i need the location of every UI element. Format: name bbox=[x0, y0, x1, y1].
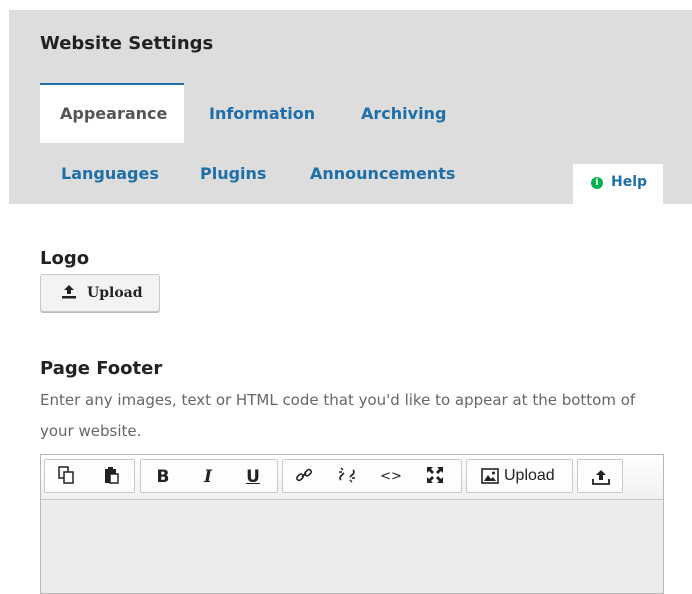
file-upload-button[interactable] bbox=[577, 459, 623, 493]
fullscreen-icon[interactable] bbox=[420, 466, 450, 488]
unlink-icon[interactable] bbox=[332, 466, 362, 488]
image-upload-button[interactable]: Upload bbox=[466, 459, 573, 493]
image-icon bbox=[481, 468, 499, 488]
upload-label: Upload bbox=[87, 285, 143, 301]
upload-icon bbox=[592, 469, 610, 489]
tab-label: Appearance bbox=[60, 104, 168, 123]
underline-button[interactable]: U bbox=[238, 466, 268, 488]
clipboard-group bbox=[44, 459, 135, 493]
page-footer-description: Enter any images, text or HTML code that… bbox=[40, 391, 636, 440]
upload-icon bbox=[62, 284, 76, 304]
link-icon[interactable] bbox=[289, 466, 319, 488]
editor-toolbar: B I U <> Upload bbox=[41, 455, 663, 500]
footer-editor: B I U <> Upload bbox=[40, 454, 664, 594]
copy-icon[interactable] bbox=[51, 466, 81, 488]
tab-information[interactable]: Information bbox=[209, 104, 315, 123]
image-upload-label: Upload bbox=[504, 467, 555, 484]
tab-announcements[interactable]: Announcements bbox=[310, 164, 455, 183]
tab-archiving[interactable]: Archiving bbox=[361, 104, 446, 123]
insert-group: <> bbox=[282, 459, 462, 493]
page-title: Website Settings bbox=[40, 33, 214, 54]
tab-plugins[interactable]: Plugins bbox=[200, 164, 266, 183]
format-group: B I U bbox=[140, 459, 278, 493]
help-button[interactable]: i Help bbox=[573, 164, 663, 204]
italic-button[interactable]: I bbox=[193, 466, 223, 488]
info-circle-icon: i bbox=[591, 177, 603, 189]
code-button[interactable]: <> bbox=[376, 466, 406, 488]
logo-upload-button[interactable]: Upload bbox=[40, 274, 160, 312]
help-label: Help bbox=[611, 174, 648, 190]
bold-button[interactable]: B bbox=[148, 466, 178, 488]
tab-languages[interactable]: Languages bbox=[61, 164, 159, 183]
page-footer-title: Page Footer bbox=[40, 358, 163, 379]
settings-header: Website Settings Appearance Information … bbox=[9, 10, 692, 204]
logo-title: Logo bbox=[40, 248, 90, 269]
paste-icon[interactable] bbox=[97, 466, 127, 488]
tab-appearance[interactable]: Appearance bbox=[40, 83, 184, 143]
editor-content-area[interactable] bbox=[41, 500, 663, 593]
